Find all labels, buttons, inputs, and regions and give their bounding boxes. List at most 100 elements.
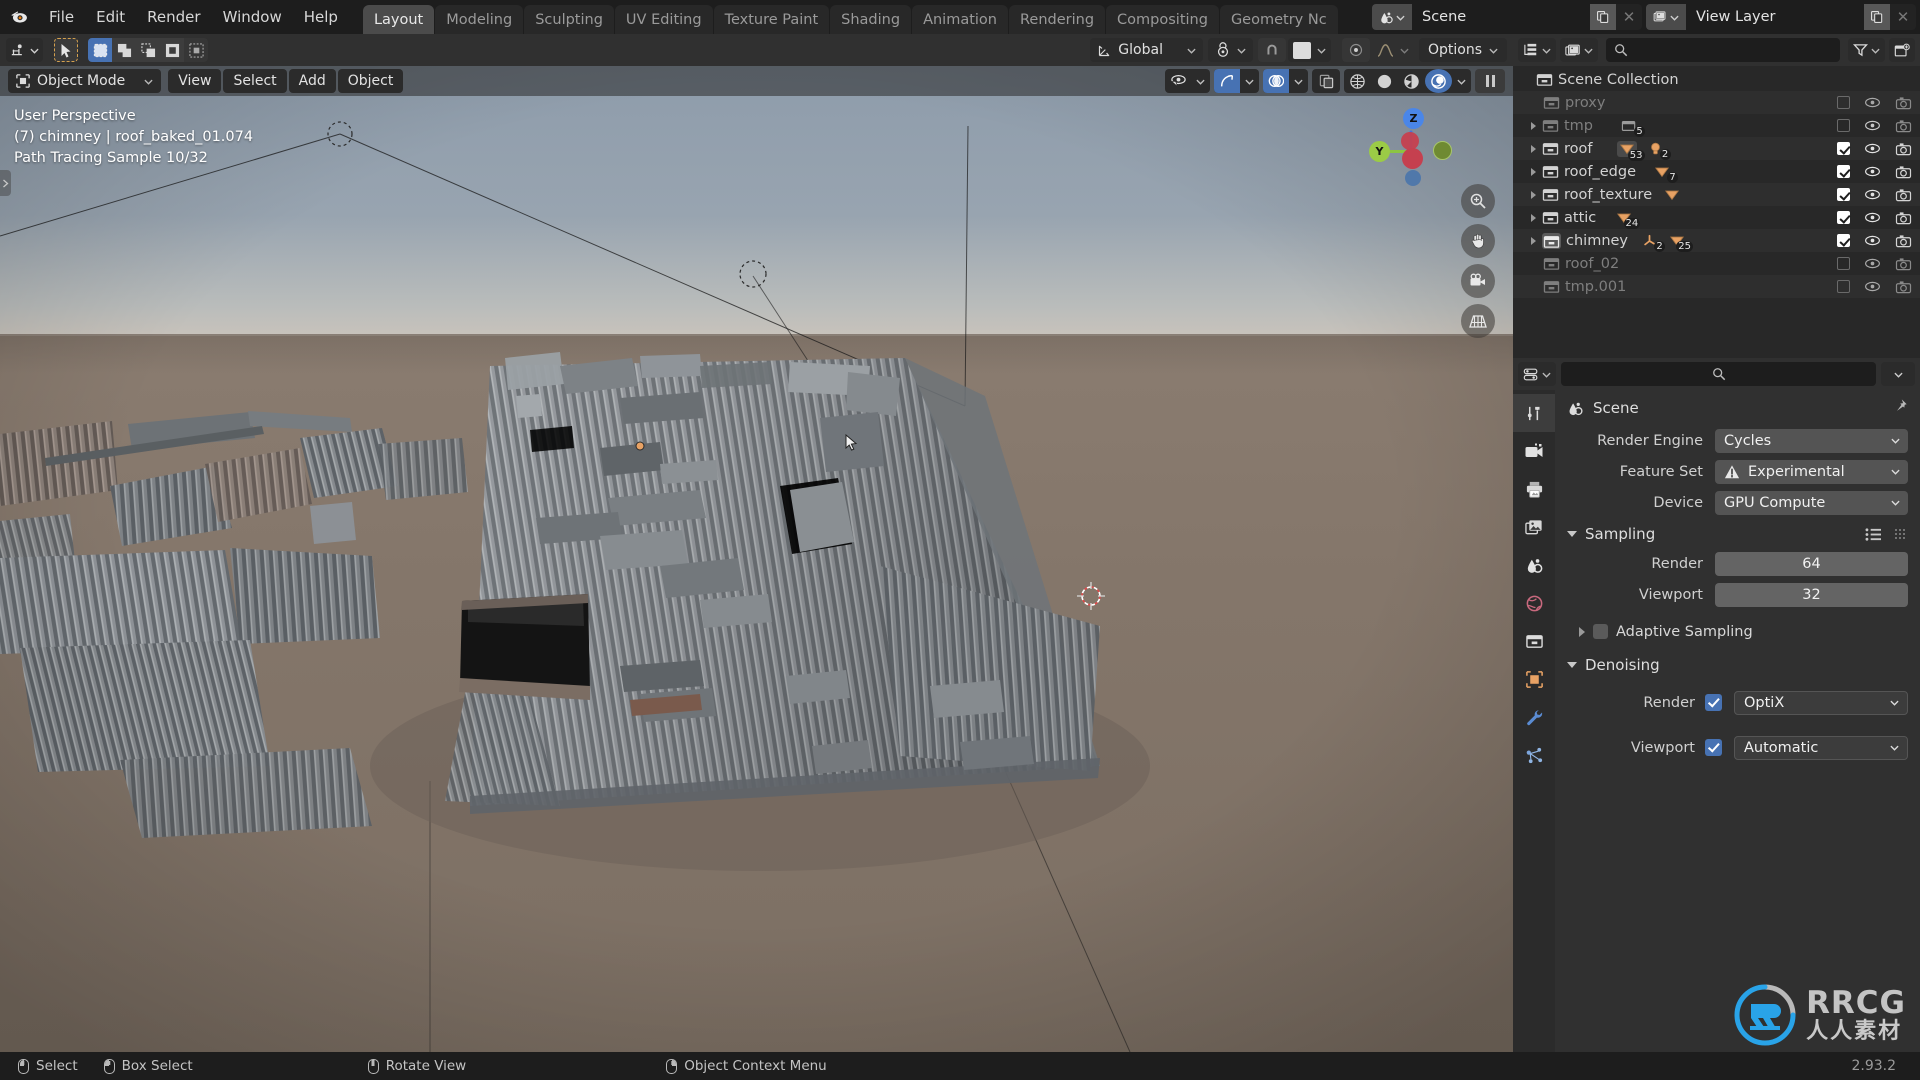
- properties-tab-world[interactable]: [1513, 584, 1555, 622]
- filter-id-type-icon[interactable]: [1560, 38, 1598, 62]
- selectable-checkbox[interactable]: [1837, 188, 1850, 201]
- magnet-icon[interactable]: [1257, 38, 1286, 62]
- workspace-tab-uv-editing[interactable]: UV Editing: [614, 5, 713, 34]
- denoising-viewport-dropdown[interactable]: Automatic: [1734, 735, 1908, 760]
- properties-tab-scene[interactable]: [1513, 546, 1555, 584]
- extend-select-icon[interactable]: [112, 38, 136, 62]
- preset-list-icon[interactable]: [1865, 527, 1882, 542]
- selectable-checkbox[interactable]: [1837, 165, 1850, 178]
- navigation-gizmo[interactable]: Z Y: [1369, 108, 1455, 194]
- outliner-row-roof-texture[interactable]: roof_texture: [1513, 183, 1920, 206]
- hide-in-viewport-eye[interactable]: [1864, 143, 1881, 154]
- workspace-tab-compositing[interactable]: Compositing: [1106, 5, 1219, 34]
- disable-in-render-camera[interactable]: [1895, 234, 1912, 248]
- selectable-checkbox[interactable]: [1837, 280, 1850, 293]
- denoising-render-dropdown[interactable]: OptiX: [1734, 690, 1908, 715]
- material-preview-shading-icon[interactable]: [1398, 69, 1425, 93]
- transform-orientation-dropdown[interactable]: Global: [1090, 38, 1203, 62]
- denoising-viewport-checkbox[interactable]: [1705, 739, 1722, 756]
- feature-set-dropdown[interactable]: Experimental: [1715, 459, 1908, 484]
- workspace-tab-modeling[interactable]: Modeling: [435, 5, 524, 34]
- viewport-menu-view[interactable]: View: [168, 69, 222, 93]
- outliner-row-scene-collection[interactable]: Scene Collection: [1513, 68, 1920, 91]
- gizmo-icon[interactable]: [1214, 69, 1240, 93]
- outliner-search-input[interactable]: [1606, 38, 1840, 62]
- workspace-tab-layout[interactable]: Layout: [362, 5, 435, 34]
- properties-tab-view-layer[interactable]: [1513, 508, 1555, 546]
- view-layer-name-field[interactable]: View Layer: [1686, 4, 1864, 30]
- sampling-viewport-value[interactable]: 32: [1715, 582, 1908, 607]
- viewport-menu-add[interactable]: Add: [288, 69, 336, 93]
- outliner-row-roof-edge[interactable]: roof_edge 7: [1513, 160, 1920, 183]
- disclosure-triangle-icon[interactable]: [1525, 167, 1542, 176]
- object-visibility-dropdown[interactable]: [1165, 69, 1210, 93]
- section-disclosure-icon[interactable]: [1567, 531, 1577, 537]
- gizmo-dropdown[interactable]: [1214, 69, 1259, 93]
- 3d-viewport[interactable]: Object Mode View Select Add Object User …: [0, 66, 1513, 1052]
- properties-options-dropdown[interactable]: [1881, 362, 1915, 386]
- outliner-editor[interactable]: Scene Collection proxy tmp 5 roof 53 2 r…: [1513, 34, 1920, 358]
- disable-in-render-camera[interactable]: [1895, 142, 1912, 156]
- properties-search-input[interactable]: [1561, 362, 1876, 386]
- properties-tab-modifiers[interactable]: [1513, 698, 1555, 736]
- device-dropdown[interactable]: GPU Compute: [1715, 490, 1908, 515]
- menu-file[interactable]: File: [38, 4, 85, 30]
- properties-editor[interactable]: Scene Render Engine Cycles Feature Set E…: [1513, 358, 1920, 1052]
- disable-in-render-camera[interactable]: [1895, 188, 1912, 202]
- disclosure-triangle-icon[interactable]: [1525, 144, 1542, 153]
- selectable-checkbox[interactable]: [1837, 96, 1850, 109]
- selectable-checkbox[interactable]: [1837, 211, 1850, 224]
- render-engine-dropdown[interactable]: Cycles: [1715, 428, 1908, 453]
- outliner-row-roof-02[interactable]: roof_02: [1513, 252, 1920, 275]
- outliner-row-tmp-001[interactable]: tmp.001: [1513, 275, 1920, 298]
- outliner-row-proxy[interactable]: proxy: [1513, 91, 1920, 114]
- hide-in-viewport-eye[interactable]: [1864, 212, 1881, 223]
- menu-edit[interactable]: Edit: [85, 4, 136, 30]
- subtract-select-icon[interactable]: [136, 38, 160, 62]
- viewport-menu-select[interactable]: Select: [223, 69, 287, 93]
- sampling-section-header[interactable]: Sampling: [1555, 519, 1920, 549]
- selectable-checkbox[interactable]: [1837, 119, 1850, 132]
- viewport-menu-object[interactable]: Object: [337, 69, 404, 93]
- chevron-down-icon[interactable]: [1240, 69, 1259, 93]
- object-visibility-icon[interactable]: [1165, 69, 1191, 93]
- interaction-mode-dropdown[interactable]: Object Mode: [8, 69, 162, 93]
- gizmo-axis-z-neg[interactable]: [1405, 170, 1421, 186]
- outliner-row-tmp[interactable]: tmp 5: [1513, 114, 1920, 137]
- workspace-tab-sculpting[interactable]: Sculpting: [524, 5, 614, 34]
- disable-in-render-camera[interactable]: [1895, 280, 1912, 294]
- new-collection-icon[interactable]: [1889, 38, 1915, 62]
- adaptive-sampling-row[interactable]: Adaptive Sampling: [1555, 617, 1920, 646]
- disclosure-triangle-icon[interactable]: [1525, 121, 1542, 130]
- gizmo-axis-y[interactable]: Y: [1369, 141, 1390, 162]
- workspace-tab-texture-paint[interactable]: Texture Paint: [713, 5, 830, 34]
- outliner-row-roof[interactable]: roof 53 2: [1513, 137, 1920, 161]
- blender-logo-icon[interactable]: [0, 0, 38, 34]
- disable-in-render-camera[interactable]: [1895, 165, 1912, 179]
- workspace-tab-shading[interactable]: Shading: [830, 5, 912, 34]
- duplicate-icon[interactable]: [1864, 4, 1890, 30]
- close-icon[interactable]: ✕: [1616, 4, 1642, 30]
- disclosure-triangle-icon[interactable]: [1525, 213, 1542, 222]
- cursor-select-icon[interactable]: [54, 38, 78, 62]
- gizmo-axis-y-neg[interactable]: [1433, 141, 1452, 160]
- gizmo-axis-z[interactable]: Z: [1403, 108, 1424, 129]
- solid-shading-icon[interactable]: [1371, 69, 1398, 93]
- chevron-down-icon[interactable]: [1452, 69, 1471, 93]
- outliner-display-mode-icon[interactable]: [1518, 38, 1556, 62]
- editor-type-icon[interactable]: [6, 38, 43, 62]
- pan-hand-icon[interactable]: [1461, 224, 1495, 258]
- chevron-down-icon[interactable]: [1289, 69, 1308, 93]
- set-select-icon[interactable]: [88, 38, 112, 62]
- disable-in-render-camera[interactable]: [1895, 211, 1912, 225]
- wireframe-shading-icon[interactable]: [1344, 69, 1371, 93]
- scene-name-field[interactable]: Scene: [1412, 4, 1590, 30]
- hide-in-viewport-eye[interactable]: [1864, 258, 1881, 269]
- selectable-checkbox[interactable]: [1837, 142, 1850, 155]
- xray-toggle-icon[interactable]: [1312, 69, 1340, 93]
- workspace-tab-animation[interactable]: Animation: [912, 5, 1008, 34]
- zoom-icon[interactable]: [1461, 184, 1495, 218]
- disable-in-render-camera[interactable]: [1895, 119, 1912, 133]
- properties-tab-particles[interactable]: [1513, 736, 1555, 774]
- disclosure-triangle-icon[interactable]: [1525, 236, 1542, 245]
